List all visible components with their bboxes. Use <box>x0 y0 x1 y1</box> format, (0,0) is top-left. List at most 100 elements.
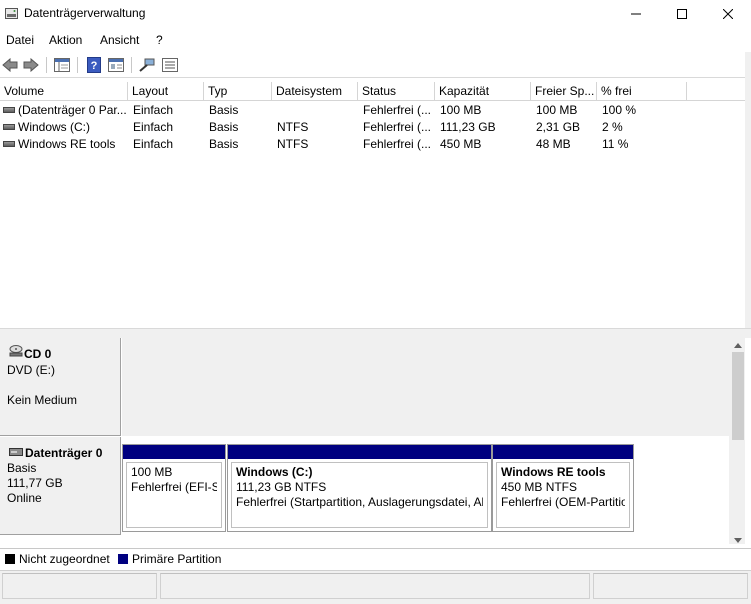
partition-status: Fehlerfrei (EFI-Sy <box>131 480 217 494</box>
partition-body: Windows RE tools 450 MB NTFS Fehlerfrei … <box>496 462 630 528</box>
disk-status: Online <box>7 491 42 505</box>
menu-help[interactable]: ? <box>156 33 163 47</box>
menu-bar: Datei Aktion Ansicht ? <box>0 30 751 50</box>
partition-windows-re-tools[interactable]: Windows RE tools 450 MB NTFS Fehlerfrei … <box>492 444 634 532</box>
disk-size: 111,77 GB <box>7 476 63 490</box>
volume-status: Fehlerfrei (... <box>363 120 432 134</box>
volume-layout: Einfach <box>133 120 174 134</box>
column-header-layout[interactable]: Layout <box>128 82 204 101</box>
partition-status: Fehlerfrei (Startpartition, Auslagerungs… <box>236 495 483 509</box>
help-icon: ? <box>87 57 101 73</box>
connect-icon <box>139 58 155 72</box>
legend-label-unallocated: Nicht zugeordnet <box>19 552 110 566</box>
properties-button[interactable] <box>107 56 125 74</box>
volume-name: Windows RE tools <box>18 137 116 151</box>
close-icon <box>723 9 733 19</box>
volume-pfrei: 2 % <box>602 120 623 134</box>
disk-label-cd0[interactable]: CD 0 DVD (E:) Kein Medium <box>0 338 121 436</box>
help-button[interactable]: ? <box>85 56 103 74</box>
volume-list[interactable]: Volume Layout Typ Dateisystem Status Kap… <box>0 82 745 328</box>
menu-datei[interactable]: Datei <box>6 33 34 47</box>
table-row[interactable]: Windows RE tools <box>3 136 127 153</box>
minimize-button[interactable] <box>613 0 659 28</box>
close-button[interactable] <box>705 0 751 28</box>
partition-size: 100 MB <box>131 465 173 479</box>
column-header-status[interactable]: Status <box>358 82 435 101</box>
scroll-up-button[interactable] <box>732 339 744 351</box>
partition-header-bar <box>493 445 633 459</box>
maximize-button[interactable] <box>659 0 705 28</box>
drive-icon <box>3 140 15 147</box>
connect-button[interactable] <box>138 56 156 74</box>
column-header-kapazitaet[interactable]: Kapazität <box>435 82 531 101</box>
partition-size: 450 MB NTFS <box>501 480 578 494</box>
list-icon <box>162 58 178 72</box>
status-bar <box>0 570 751 604</box>
volume-typ: Basis <box>209 103 239 117</box>
drive-icon <box>3 106 15 113</box>
partition-header-bar <box>123 445 225 459</box>
menu-ansicht[interactable]: Ansicht <box>100 33 139 47</box>
disk-view-scrollbar[interactable] <box>729 338 745 544</box>
back-icon <box>2 58 18 72</box>
column-header-freier-speicher[interactable]: Freier Sp... <box>531 82 597 101</box>
volume-name: Windows (C:) <box>18 120 91 134</box>
disk-type: DVD (E:) <box>7 363 55 377</box>
disk-name: CD 0 <box>24 347 52 361</box>
disk-label-disk0[interactable]: Datenträger 0 Basis 111,77 GB Online <box>0 437 121 535</box>
chevron-down-icon <box>734 537 742 543</box>
volume-status: Fehlerfrei (... <box>363 103 432 117</box>
volume-typ: Basis <box>209 137 239 151</box>
back-button[interactable] <box>1 56 19 74</box>
volume-pfrei: 11 % <box>602 137 629 151</box>
scroll-down-button[interactable] <box>732 534 744 546</box>
volume-kapazitaet: 450 MB <box>440 137 482 151</box>
status-pane <box>2 573 157 599</box>
table-row[interactable]: Windows (C:) <box>3 119 127 136</box>
disk-management-app-icon <box>5 8 18 19</box>
disk-media-state: Kein Medium <box>7 393 78 407</box>
forward-button[interactable] <box>22 56 40 74</box>
scrollbar-thumb[interactable] <box>732 352 744 440</box>
toolbar: ? <box>0 52 751 78</box>
volume-frei: 48 MB <box>536 137 571 151</box>
volume-list-scrollbar[interactable] <box>745 52 751 328</box>
console-tree-icon <box>54 58 70 72</box>
legend-swatch-primary <box>118 554 128 564</box>
status-pane <box>593 573 748 599</box>
drive-icon <box>3 123 15 130</box>
column-header-dateisystem[interactable]: Dateisystem <box>272 82 358 101</box>
volume-kapazitaet: 100 MB <box>440 103 482 117</box>
disk-name: Datenträger 0 <box>25 446 103 460</box>
volume-typ: Basis <box>209 120 239 134</box>
chevron-up-icon <box>734 342 742 348</box>
window-title: Datenträgerverwaltung <box>24 6 146 20</box>
volume-status: Fehlerfrei (... <box>363 137 432 151</box>
svg-text:?: ? <box>91 60 98 72</box>
status-pane <box>160 573 590 599</box>
pane-splitter[interactable] <box>0 328 751 338</box>
table-row[interactable]: (Datenträger 0 Par... <box>3 102 127 119</box>
partition-body: 100 MB Fehlerfrei (EFI-Sy <box>126 462 222 528</box>
column-header-typ[interactable]: Typ <box>204 82 272 101</box>
volume-frei: 100 MB <box>536 103 578 117</box>
cdrom-icon <box>9 345 23 357</box>
partition-windows-c[interactable]: Windows (C:) 111,23 GB NTFS Fehlerfrei (… <box>227 444 492 532</box>
list-button[interactable] <box>161 56 179 74</box>
legend: Nicht zugeordnet Primäre Partition <box>0 548 751 569</box>
volume-layout: Einfach <box>133 103 174 117</box>
properties-icon <box>108 58 124 72</box>
partition-body: Windows (C:) 111,23 GB NTFS Fehlerfrei (… <box>231 462 488 528</box>
column-header-empty <box>687 82 745 101</box>
disk-type: Basis <box>7 461 37 475</box>
column-header-prozent-frei[interactable]: % frei <box>597 82 687 101</box>
volume-frei: 2,31 GB <box>536 120 581 134</box>
menu-aktion[interactable]: Aktion <box>49 33 82 47</box>
console-tree-button[interactable] <box>53 56 71 74</box>
partition-efi[interactable]: 100 MB Fehlerfrei (EFI-Sy <box>122 444 226 532</box>
title-bar: Datenträgerverwaltung <box>0 0 751 28</box>
column-header-volume[interactable]: Volume <box>0 82 128 101</box>
volume-kapazitaet: 111,23 GB <box>440 120 496 134</box>
partition-title: Windows (C:) <box>236 465 313 479</box>
toolbar-separator <box>46 57 47 73</box>
